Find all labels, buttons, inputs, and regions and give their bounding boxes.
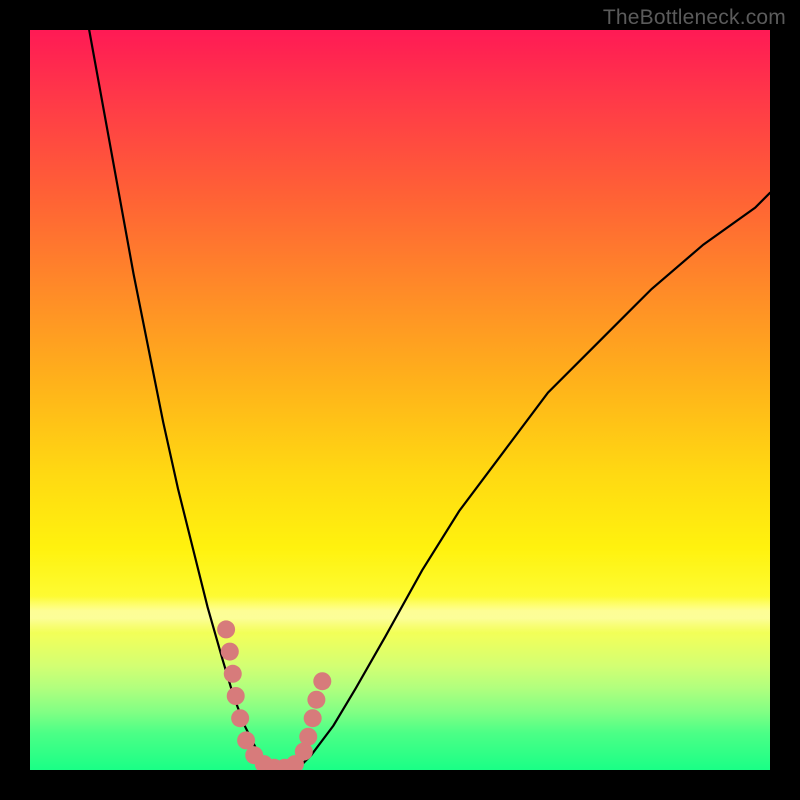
chart-frame: TheBottleneck.com [0, 0, 800, 800]
marker-dot [231, 709, 249, 727]
marker-dot [307, 691, 325, 709]
marker-dot [304, 709, 322, 727]
marker-dot [224, 665, 242, 683]
marker-dot [217, 620, 235, 638]
marker-dot [299, 728, 317, 746]
line-series-group [89, 30, 770, 770]
plot-area [30, 30, 770, 770]
series-left-curve [89, 30, 270, 770]
marker-dot [313, 672, 331, 690]
marker-dot [221, 643, 239, 661]
series-right-curve [296, 193, 770, 770]
valley-markers-group [217, 620, 331, 770]
watermark-text: TheBottleneck.com [603, 6, 786, 30]
chart-svg [30, 30, 770, 770]
marker-dot [227, 687, 245, 705]
